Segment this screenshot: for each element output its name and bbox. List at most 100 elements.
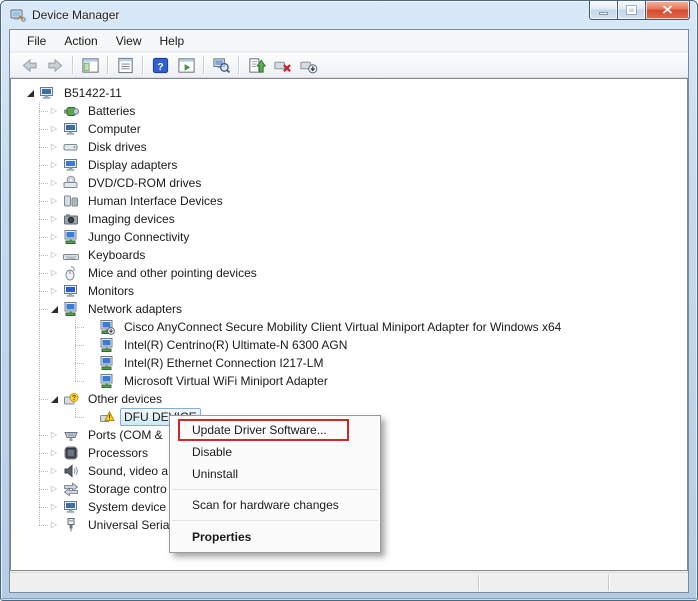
properties-icon [116, 56, 135, 75]
tree-item-b51422-11[interactable]: B51422-11 [11, 84, 687, 102]
tree-item-dvd-cd-rom-drives[interactable]: ▷DVD/CD-ROM drives [11, 174, 687, 192]
toolbar-update-driver-button[interactable] [243, 54, 269, 76]
status-separator [608, 575, 609, 591]
forward-icon [46, 56, 65, 75]
tree-item-network-adapters[interactable]: Network adapters [11, 300, 687, 318]
toolbar-separator [238, 56, 239, 74]
device-manager-window: Device Manager FileActionViewHelp ? B514… [0, 0, 698, 601]
mouse-icon [63, 265, 79, 281]
tree-expander[interactable]: ▷ [49, 213, 59, 225]
warning-device-icon [99, 409, 115, 425]
tree-item-label: Computer [84, 120, 145, 138]
minimize-icon [599, 12, 608, 15]
hid-icon [63, 193, 79, 209]
tree-item-human-interface-devices[interactable]: ▷ Human Interface Devices [11, 192, 687, 210]
tree-item-label: Microsoft Virtual WiFi Miniport Adapter [120, 372, 332, 390]
context-menu-separator [172, 520, 378, 521]
toolbar: ? [10, 53, 688, 78]
tree-item-display-adapters[interactable]: ▷Display adapters [11, 156, 687, 174]
tree-item-jungo-connectivity[interactable]: ▷Jungo Connectivity [11, 228, 687, 246]
tree-expander[interactable]: ▷ [49, 195, 59, 207]
tree-expander[interactable] [49, 393, 59, 405]
tree-item-label: Universal Seria [84, 516, 173, 534]
tree-expander[interactable]: ▷ [49, 159, 59, 171]
titlebar[interactable]: Device Manager [1, 1, 697, 29]
tree-item-monitors[interactable]: ▷Monitors [11, 282, 687, 300]
tree-indent [85, 411, 95, 423]
menu-action[interactable]: Action [55, 31, 106, 51]
window-controls [590, 1, 690, 20]
toolbar-scan-hardware-button[interactable] [208, 54, 234, 76]
tree-item-label: System device [84, 498, 170, 516]
maximize-button[interactable] [617, 1, 646, 20]
expanded-triangle-icon [27, 90, 34, 97]
tree-item-intel-r-centrino-r-ultimate-n-6300-agn[interactable]: Intel(R) Centrino(R) Ultimate-N 6300 AGN [11, 336, 687, 354]
toolbar-properties-button[interactable] [112, 54, 138, 76]
expanded-triangle-icon [51, 306, 58, 313]
context-menu-item-update-driver-software[interactable]: Update Driver Software... [170, 419, 380, 441]
tree-expander[interactable] [49, 303, 59, 315]
tree-item-label: Ports (COM & [84, 426, 167, 444]
context-menu-item-uninstall[interactable]: Uninstall [170, 463, 380, 485]
tree-expander[interactable]: ▷ [49, 285, 59, 297]
tree-expander[interactable]: ▷ [49, 519, 59, 531]
toolbar-console-tree-button[interactable] [77, 54, 103, 76]
battery-icon [63, 103, 79, 119]
tree-item-computer[interactable]: ▷ Computer [11, 120, 687, 138]
tree-item-label: Processors [84, 444, 152, 462]
scan-hardware-icon [212, 56, 231, 75]
tree-item-intel-r-ethernet-connection-i217-lm[interactable]: Intel(R) Ethernet Connection I217-LM [11, 354, 687, 372]
tree-item-label: Other devices [84, 390, 166, 408]
tree-item-label: Human Interface Devices [84, 192, 227, 210]
menu-bar: FileActionViewHelp [10, 30, 688, 52]
tree-expander[interactable]: ▷ [49, 177, 59, 189]
toolbar-back-button[interactable] [16, 54, 42, 76]
minimize-button[interactable] [589, 1, 618, 20]
tree-expander[interactable]: ▷ [49, 141, 59, 153]
other-device-icon: ? [63, 391, 79, 407]
close-button[interactable] [645, 1, 690, 20]
tree-expander[interactable]: ▷ [49, 267, 59, 279]
menu-help[interactable]: Help [151, 31, 194, 51]
tree-expander[interactable]: ▷ [49, 123, 59, 135]
menu-view[interactable]: View [107, 31, 151, 51]
tree-expander[interactable]: ▷ [49, 231, 59, 243]
tree-expander[interactable]: ▷ [49, 249, 59, 261]
close-icon [662, 1, 673, 19]
tree-indent [85, 375, 95, 387]
usb-icon [63, 517, 79, 533]
expanded-triangle-icon [51, 396, 58, 403]
tree-item-disk-drives[interactable]: ▷Disk drives [11, 138, 687, 156]
toolbar-help-button[interactable]: ? [147, 54, 173, 76]
tree-item-microsoft-virtual-wifi-miniport-adapter[interactable]: Microsoft Virtual WiFi Miniport Adapter [11, 372, 687, 390]
tree-item-keyboards[interactable]: ▷Keyboards [11, 246, 687, 264]
menu-file[interactable]: File [18, 31, 55, 51]
tree-item-mice-and-other-pointing-devices[interactable]: ▷Mice and other pointing devices [11, 264, 687, 282]
toolbar-action-pane-button[interactable] [173, 54, 199, 76]
tree-expander[interactable]: ▷ [49, 465, 59, 477]
tree-indent [85, 321, 95, 333]
tree-expander[interactable] [25, 87, 35, 99]
tree-expander[interactable]: ▷ [49, 483, 59, 495]
tree-expander[interactable]: ▷ [49, 105, 59, 117]
toolbar-forward-button[interactable] [42, 54, 68, 76]
context-menu-item-scan-for-hardware-changes[interactable]: Scan for hardware changes [170, 494, 380, 516]
tree-expander[interactable]: ▷ [49, 447, 59, 459]
tree-item-imaging-devices[interactable]: ▷Imaging devices [11, 210, 687, 228]
context-menu-item-disable[interactable]: Disable [170, 441, 380, 463]
computer-icon [39, 85, 55, 101]
tree-item-label: Storage contro [84, 480, 171, 498]
toolbar-disable-button[interactable] [295, 54, 321, 76]
tree-expander[interactable]: ▷ [49, 501, 59, 513]
context-menu-item-properties[interactable]: Properties [170, 525, 380, 549]
monitor-icon [63, 283, 79, 299]
network-icon [99, 373, 115, 389]
tree-item-batteries[interactable]: ▷Batteries [11, 102, 687, 120]
toolbar-uninstall-button[interactable] [269, 54, 295, 76]
action-pane-icon [177, 56, 196, 75]
tree-expander[interactable]: ▷ [49, 429, 59, 441]
tree-item-other-devices[interactable]: ? Other devices [11, 390, 687, 408]
imaging-icon [63, 211, 79, 227]
computer-icon [63, 499, 79, 515]
tree-item-cisco-anyconnect-secure-mobility-client-virtual-[interactable]: Cisco AnyConnect Secure Mobility Client … [11, 318, 687, 336]
